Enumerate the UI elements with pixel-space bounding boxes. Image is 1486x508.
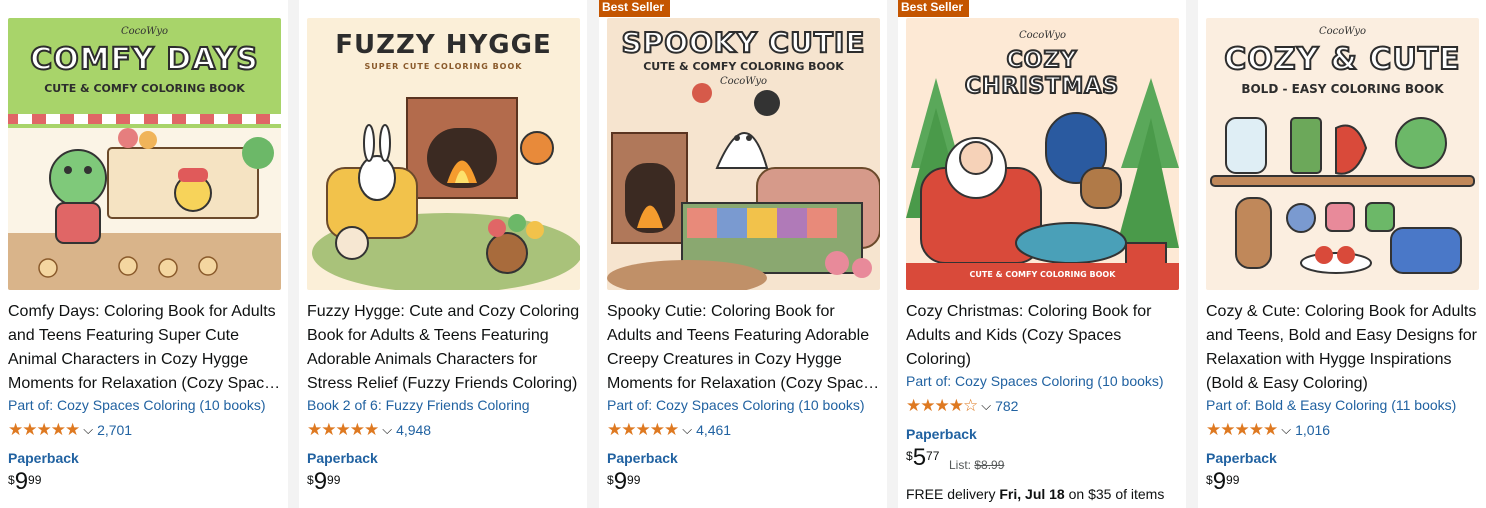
list-price-value: $8.99 [974,458,1005,472]
price[interactable]: $999 [1206,470,1240,495]
series-link[interactable]: Part of: Cozy Spaces Coloring (10 books) [607,396,865,414]
chevron-down-icon[interactable]: ⌵ [682,422,692,438]
chevron-down-icon[interactable]: ⌵ [382,422,392,438]
chevron-down-icon[interactable]: ⌵ [1281,422,1291,438]
rating-count-link[interactable]: 1,016 [1295,422,1330,438]
cover-subtitle: CUTE & COMFY COLORING BOOK [969,270,1116,279]
rating-row[interactable]: ★★★★★ ⌵ 4,461 [607,420,731,440]
price-fraction: 99 [327,473,341,487]
book-cover-image[interactable]: CocoWyo COZY & CUTE BOLD - EASY COLORING… [1206,18,1479,290]
product-card[interactable]: FUZZY HYGGE SUPER CUTE COLORING BOOK Fuz… [299,0,587,508]
series-link[interactable]: Part of: Cozy Spaces Coloring (10 books) [906,372,1164,390]
price-whole: 5 [912,444,927,471]
price-whole: 9 [313,468,328,495]
rating-count-link[interactable]: 2,701 [97,422,132,438]
price[interactable]: $999 [607,470,641,495]
rating-row[interactable]: ★★★★★ ⌵ 2,701 [8,420,132,440]
product-title-link[interactable]: Spooky Cutie: Coloring Book for Adults a… [607,300,881,396]
chevron-down-icon[interactable]: ⌵ [83,422,93,438]
price[interactable]: $999 [8,470,42,495]
rating-count-link[interactable]: 782 [995,398,1018,414]
format-link[interactable]: Paperback [607,450,678,466]
star-rating-icon[interactable]: ★★★★★ [607,421,679,439]
product-title-link[interactable]: Cozy & Cute: Coloring Book for Adults an… [1206,300,1480,396]
best-seller-badge: Best Seller [898,0,970,17]
price-whole: 9 [14,468,29,495]
star-rating-icon[interactable]: ★★★★★ [1206,421,1278,439]
price-fraction: 99 [28,473,42,487]
book-cover-image[interactable]: CocoWyo COZY CHRISTMAS CUTE & COMFY COLO… [906,18,1179,290]
price-whole: 9 [613,468,628,495]
price[interactable]: $577 [906,446,940,471]
book-cover-image[interactable]: CocoWyo COMFY DAYS CUTE & COMFY COLORING… [8,18,281,290]
product-title-link[interactable]: Comfy Days: Coloring Book for Adults and… [8,300,282,396]
price-symbol: $ [1206,473,1213,487]
chevron-down-icon[interactable]: ⌵ [981,398,991,414]
format-link[interactable]: Paperback [8,450,79,466]
delivery-info: FREE delivery Fri, Jul 18 on $35 of item… [906,486,1164,502]
cover-illustration [906,78,1179,290]
rating-row[interactable]: ★★★★★ ⌵ 1,016 [1206,420,1330,440]
price-symbol: $ [307,473,314,487]
product-title-link[interactable]: Fuzzy Hygge: Cute and Cozy Coloring Book… [307,300,581,396]
product-title-link[interactable]: Cozy Christmas: Coloring Book for Adults… [906,300,1180,372]
star-rating-icon[interactable]: ★★★★★ [307,421,379,439]
rating-count-link[interactable]: 4,461 [696,422,731,438]
list-price: List: $8.99 [949,458,1004,472]
cover-illustration [312,97,580,290]
product-card[interactable]: Best Seller CocoWyo COZY CHRISTMAS CUTE … [898,0,1186,508]
series-link[interactable]: Part of: Bold & Easy Coloring (11 books) [1206,396,1456,414]
rating-row[interactable]: ★★★★☆ ⌵ 782 [906,396,1018,416]
price[interactable]: $999 [307,470,341,495]
rating-count-link[interactable]: 4,948 [396,422,431,438]
delivery-suffix: on $35 of items [1068,486,1165,502]
star-rating-icon[interactable]: ★★★★★ [8,421,80,439]
price-fraction: 99 [627,473,641,487]
format-link[interactable]: Paperback [906,426,977,442]
list-price-label: List: [949,458,972,472]
price-fraction: 99 [1226,473,1240,487]
format-link[interactable]: Paperback [307,450,378,466]
cover-illustration [607,83,880,290]
product-card[interactable]: Best Seller SPOOKY CUTIE CUTE & COMFY CO… [599,0,887,508]
rating-row[interactable]: ★★★★★ ⌵ 4,948 [307,420,431,440]
product-card[interactable]: CocoWyo COZY & CUTE BOLD - EASY COLORING… [1198,0,1486,508]
book-cover-image[interactable]: SPOOKY CUTIE CUTE & COMFY COLORING BOOK … [607,18,880,290]
cover-illustration [1210,117,1475,274]
delivery-prefix: FREE delivery [906,486,996,502]
delivery-date: Fri, Jul 18 [999,486,1065,502]
series-link[interactable]: Book 2 of 6: Fuzzy Friends Coloring [307,396,530,414]
star-rating-icon[interactable]: ★★★★☆ [906,397,978,415]
best-seller-badge: Best Seller [599,0,671,17]
price-fraction: 77 [926,449,940,463]
price-symbol: $ [607,473,614,487]
cover-illustration [8,114,281,290]
format-link[interactable]: Paperback [1206,450,1277,466]
price-symbol: $ [906,449,913,463]
price-symbol: $ [8,473,15,487]
product-card[interactable]: CocoWyo COMFY DAYS CUTE & COMFY COLORING… [0,0,288,508]
book-cover-image[interactable]: FUZZY HYGGE SUPER CUTE COLORING BOOK [307,18,580,290]
series-link[interactable]: Part of: Cozy Spaces Coloring (10 books) [8,396,266,414]
price-whole: 9 [1212,468,1227,495]
